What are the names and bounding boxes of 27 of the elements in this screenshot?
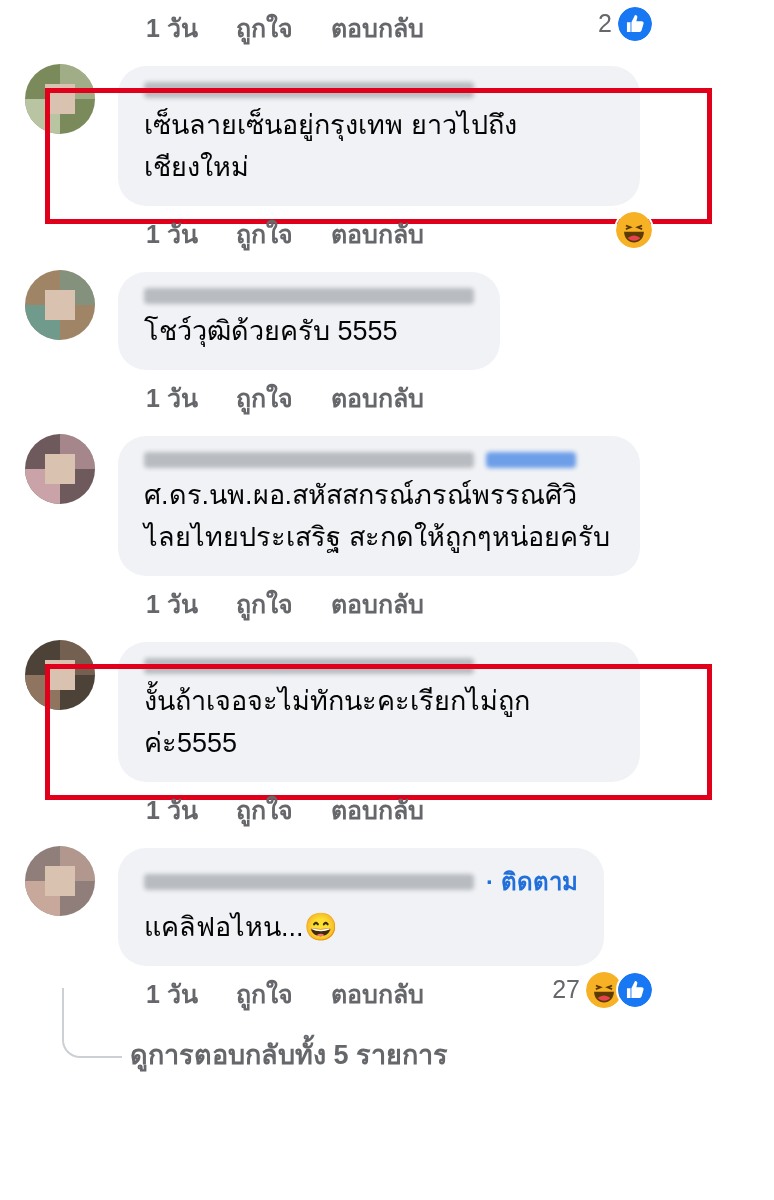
comment-time: 1 วัน [146,979,198,1011]
comment-time: 1 วัน [146,219,198,251]
reply-link[interactable]: ตอบกลับ [330,792,424,830]
comment-text: แคลิฟอไหน...😄 [144,911,339,944]
comment-text: เซ็นลายเซ็นอยู่กรุงเทพ ยาวไปถึงเชียงใหม่ [144,107,518,184]
reply-link[interactable]: ตอบกลับ [330,976,424,1014]
like-link[interactable]: ถูกใจ [235,586,293,624]
comment-time: 1 วัน [146,383,198,415]
reply-link[interactable]: ตอบกลับ [330,586,424,624]
follow-link[interactable]: · ติดตาม [486,864,578,900]
comment-time: 1 วัน [146,589,198,621]
like-link[interactable]: ถูกใจ [235,10,293,48]
reply-link[interactable]: ตอบกลับ [330,216,424,254]
reaction-count: 2 [598,8,612,40]
comment-time: 1 วัน [146,13,198,45]
reply-thread-line [62,988,122,1058]
like-link[interactable]: ถูกใจ [235,216,293,254]
comment-time: 1 วัน [146,795,198,827]
comment-text: โชว์วุฒิด้วยครับ 5555 [144,315,399,349]
like-link[interactable]: ถูกใจ [235,380,293,418]
reaction-count: 27 [552,974,580,1006]
reply-link[interactable]: ตอบกลับ [330,380,424,418]
like-link[interactable]: ถูกใจ [235,792,293,830]
like-link[interactable]: ถูกใจ [235,976,293,1014]
comment-text: ศ.ดร.นพ.ผอ.สหัสสกรณ์ภรณ์พรรณศิวิไลยไทยประเสริฐ สะกดให้ถูกๆหน่อยครับ [144,479,611,555]
reply-link[interactable]: ตอบกลับ [330,10,424,48]
comment-text: งั้นถ้าเจอจะไม่ทักนะคะเรียกไม่ถูกค่ะ5555 [144,680,614,764]
